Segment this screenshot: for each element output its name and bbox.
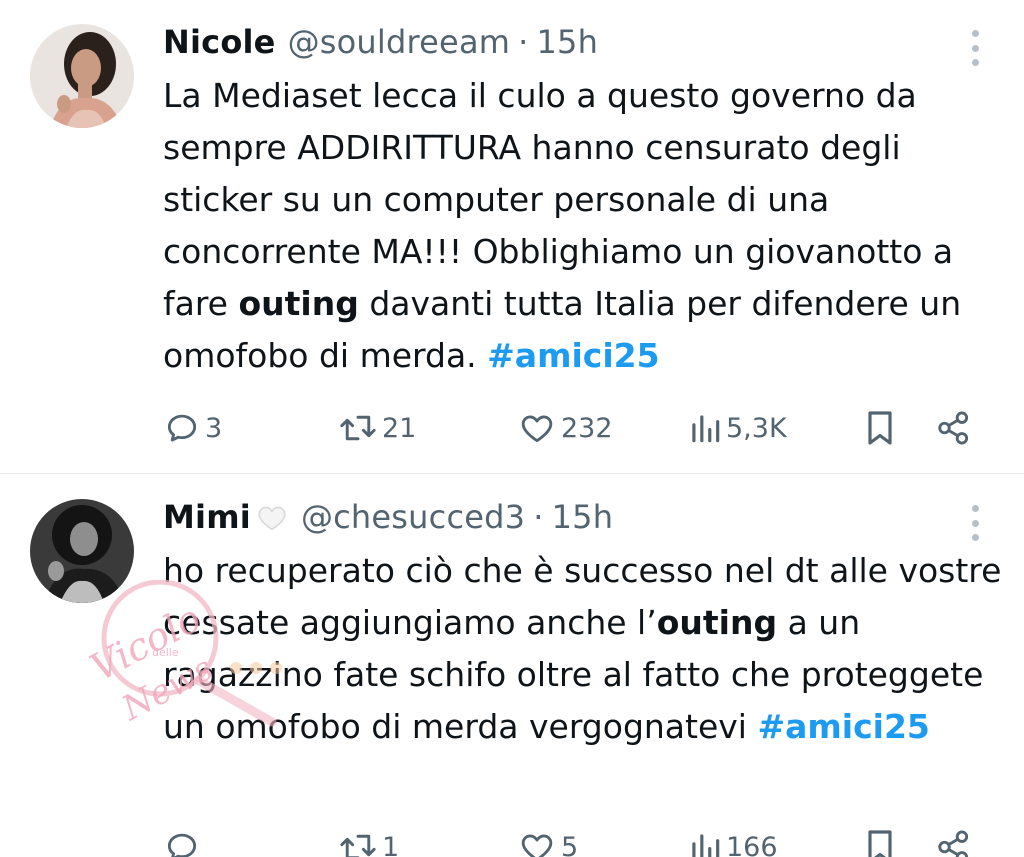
retweet-count: 21 (382, 412, 417, 444)
share-icon (938, 411, 969, 445)
like-button[interactable]: 5 (517, 825, 578, 857)
hashtag-link[interactable]: #amici25 (757, 707, 929, 746)
views-button[interactable]: 166 (688, 825, 778, 857)
bookmark-button[interactable] (862, 406, 898, 450)
author-handle[interactable]: @souldreeam (288, 23, 511, 61)
like-button[interactable]: 232 (517, 406, 613, 450)
retweet-icon (340, 834, 376, 857)
more-options-icon[interactable] (970, 505, 980, 541)
bookmark-icon (868, 411, 892, 445)
author-name[interactable]: Mimi (163, 498, 251, 536)
share-button[interactable] (935, 406, 973, 450)
reply-button[interactable]: 3 (163, 406, 222, 450)
reply-icon (167, 833, 197, 857)
avatar[interactable] (30, 499, 134, 603)
share-icon (938, 830, 969, 857)
views-icon (692, 415, 720, 443)
tweet-header: Mimi @chesucced3 · 15h (163, 495, 613, 539)
retweet-button[interactable]: 21 (338, 406, 416, 450)
share-button[interactable] (935, 825, 973, 857)
reply-count: 3 (205, 412, 223, 444)
like-count: 5 (561, 831, 579, 857)
views-button[interactable]: 5,3K (688, 406, 787, 450)
author-handle[interactable]: @chesucced3 (301, 498, 525, 536)
retweet-icon (340, 415, 376, 441)
tweet[interactable]: Nicole @souldreeam · 15h La Mediaset lec… (0, 0, 1024, 474)
bookmark-icon (868, 830, 892, 857)
separator-dot: · (533, 498, 544, 536)
like-count: 232 (561, 412, 613, 444)
views-count: 166 (726, 831, 778, 857)
bold-segment: outing (656, 603, 778, 642)
tweet[interactable]: Mimi @chesucced3 · 15h ho recuperato ciò… (0, 475, 1024, 857)
more-options-icon[interactable] (970, 30, 980, 66)
reply-icon (167, 414, 197, 442)
author-name[interactable]: Nicole (163, 23, 276, 61)
tweet-header: Nicole @souldreeam · 15h (163, 20, 598, 64)
retweet-count: 1 (382, 831, 400, 857)
reply-button[interactable] (163, 825, 205, 857)
separator-dot: · (518, 23, 529, 61)
avatar[interactable] (30, 24, 134, 128)
timestamp[interactable]: 15h (537, 23, 599, 61)
action-bar: 3 21 232 5,3K (0, 406, 1024, 450)
white-heart-icon (255, 502, 289, 532)
views-icon (692, 834, 720, 857)
retweet-button[interactable]: 1 (338, 825, 399, 857)
heart-icon (521, 834, 553, 857)
tweet-text: ho recuperato ciò che è successo nel dt … (163, 545, 1003, 753)
bold-segment: outing (238, 284, 359, 323)
hashtag-link[interactable]: #amici25 (487, 336, 659, 375)
text-segment: ho recuperato ciò che è successo nel dt … (163, 551, 1002, 642)
tweet-text: La Mediaset lecca il culo a questo gover… (163, 70, 1003, 382)
action-bar: 1 5 166 (0, 825, 1024, 857)
heart-icon (521, 415, 553, 443)
bookmark-button[interactable] (862, 825, 898, 857)
views-count: 5,3K (726, 412, 787, 444)
timestamp[interactable]: 15h (552, 498, 614, 536)
